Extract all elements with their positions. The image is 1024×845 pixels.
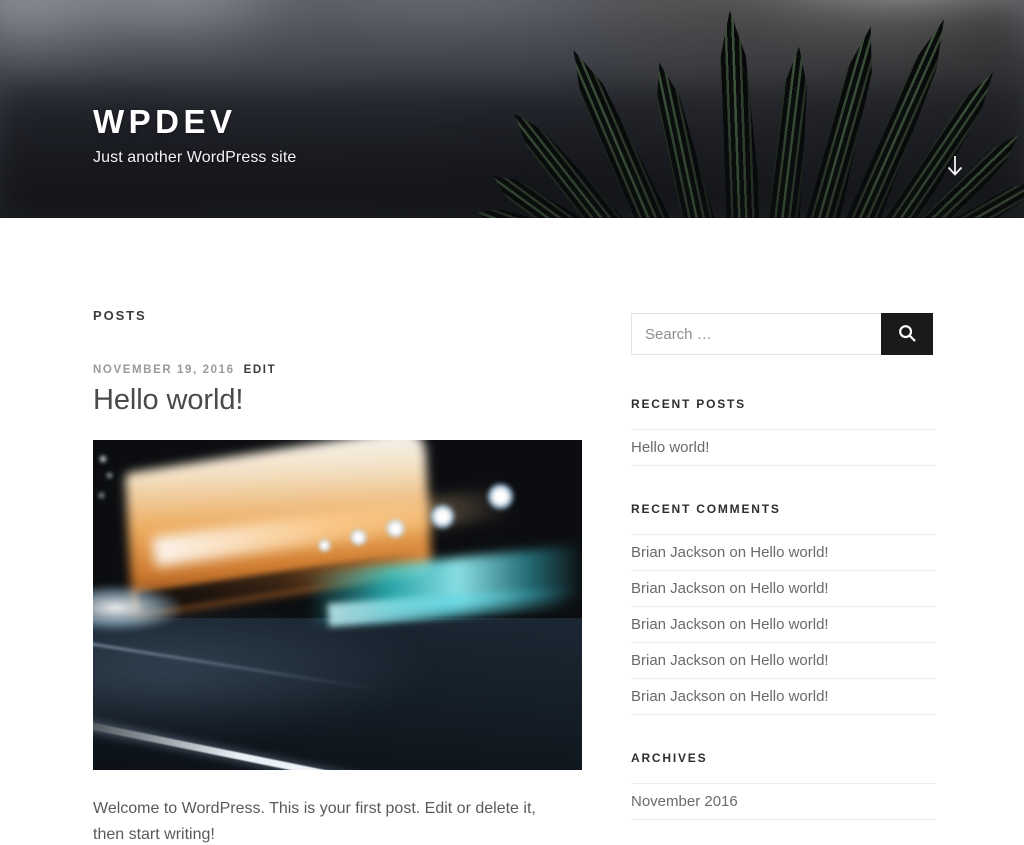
post-date: NOVEMBER 19, 2016 <box>93 364 235 376</box>
list-item[interactable]: Brian Jackson on Hello world! <box>631 678 936 715</box>
post-meta: NOVEMBER 19, 2016 EDIT <box>93 364 583 376</box>
comment-entry: Brian Jackson on Hello world! <box>631 616 829 633</box>
site-content: POSTS NOVEMBER 19, 2016 EDIT Hello world! <box>0 218 1024 843</box>
post-featured-image[interactable] <box>93 439 582 770</box>
post-excerpt: Welcome to WordPress. This is your first… <box>93 799 536 843</box>
widget-recent-posts: RECENT POSTS Hello world! <box>631 397 936 466</box>
site-header: WPDEV Just another WordPress site <box>0 0 1024 218</box>
list-item[interactable]: Brian Jackson on Hello world! <box>631 534 936 570</box>
comment-entry: Brian Jackson on Hello world! <box>631 688 829 705</box>
search-icon <box>897 323 917 346</box>
archives-list: November 2016 <box>631 783 936 820</box>
post-article: NOVEMBER 19, 2016 EDIT Hello world! Welc… <box>93 364 583 845</box>
widget-recent-comments: RECENT COMMENTS Brian Jackson on Hello w… <box>631 502 936 715</box>
edit-post-link[interactable]: EDIT <box>244 364 277 376</box>
widget-title-archives: ARCHIVES <box>631 751 708 765</box>
list-item[interactable]: Hello world! <box>631 429 936 466</box>
widget-archives: ARCHIVES November 2016 <box>631 751 936 820</box>
recent-comments-list: Brian Jackson on Hello world! Brian Jack… <box>631 534 936 715</box>
list-item[interactable]: Brian Jackson on Hello world! <box>631 606 936 642</box>
recent-posts-list: Hello world! <box>631 429 936 466</box>
comment-entry: Brian Jackson on Hello world! <box>631 544 829 561</box>
arrow-down-icon[interactable] <box>943 152 967 180</box>
page-title: POSTS <box>93 308 147 323</box>
comment-entry: Brian Jackson on Hello world! <box>631 580 829 597</box>
search-submit-button[interactable] <box>881 313 933 355</box>
search-input[interactable] <box>631 313 881 355</box>
post-title[interactable]: Hello world! <box>93 383 583 418</box>
archive-link[interactable]: November 2016 <box>631 793 738 810</box>
site-branding: WPDEV Just another WordPress site <box>93 104 296 167</box>
site-tagline: Just another WordPress site <box>93 148 297 166</box>
sidebar: RECENT POSTS Hello world! RECENT COMMENT… <box>631 313 936 845</box>
list-item[interactable]: Brian Jackson on Hello world! <box>631 642 936 678</box>
primary-column: NOVEMBER 19, 2016 EDIT Hello world! Welc… <box>93 364 583 845</box>
comment-entry: Brian Jackson on Hello world! <box>631 652 829 669</box>
recent-post-link[interactable]: Hello world! <box>631 439 709 456</box>
search-form <box>631 313 933 355</box>
list-item[interactable]: November 2016 <box>631 783 936 820</box>
site-title[interactable]: WPDEV <box>93 104 296 140</box>
widget-title-recent-comments: RECENT COMMENTS <box>631 502 781 516</box>
widget-title-recent-posts: RECENT POSTS <box>631 397 746 411</box>
list-item[interactable]: Brian Jackson on Hello world! <box>631 570 936 606</box>
